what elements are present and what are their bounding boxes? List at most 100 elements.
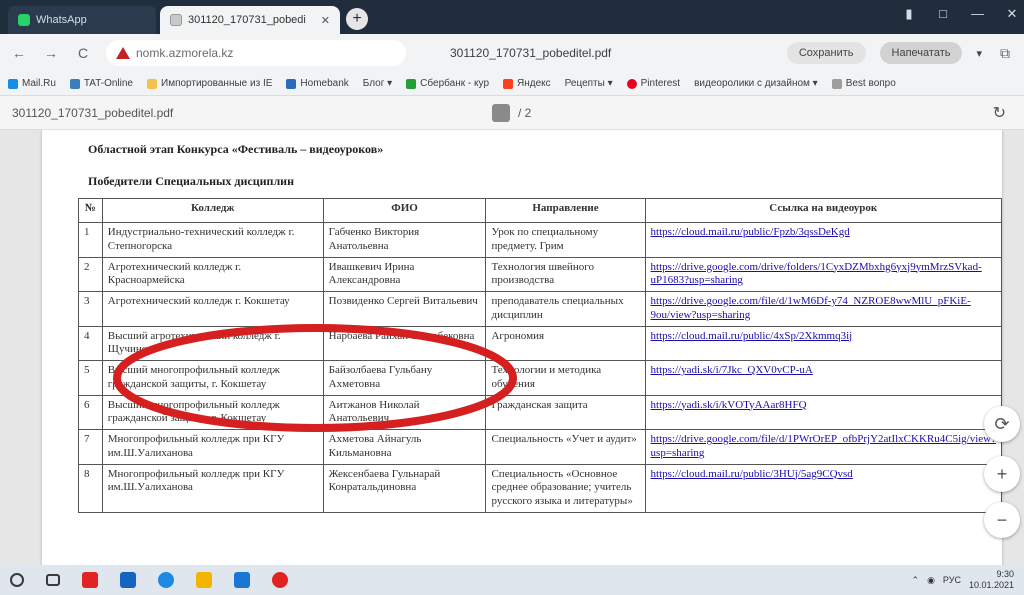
zoom-out-button[interactable]: − bbox=[984, 502, 1020, 538]
cell-link[interactable]: https://yadi.sk/i/7Jkc_QXV0vCP-uA bbox=[644, 360, 1003, 396]
clock-date: 10.01.2021 bbox=[968, 580, 1014, 590]
zoom-in-button[interactable]: + bbox=[984, 456, 1020, 492]
table-row: 2 Агротехнический колледж г. Красноармей… bbox=[78, 256, 1003, 292]
page-number-input[interactable] bbox=[492, 103, 510, 122]
tab-pdf[interactable]: 301120_170731_pobedi ✕ bbox=[160, 6, 340, 34]
yandex-browser-icon[interactable] bbox=[272, 572, 288, 588]
cell-name: Позвиденко Сергей Витальевич bbox=[322, 291, 487, 327]
tab-label: 301120_170731_pobedi bbox=[188, 14, 306, 26]
table-row: 6 Высший многопрофильный колледж граждан… bbox=[78, 394, 1003, 430]
clock[interactable]: 9:30 10.01.2021 bbox=[969, 569, 1014, 591]
page-indicator: / 2 bbox=[492, 103, 532, 122]
windows-search-icon[interactable] bbox=[10, 573, 24, 587]
table-header-row: № Колледж ФИО Направление Ссылка на виде… bbox=[78, 198, 1003, 223]
cell-direction: Технология швейного производства bbox=[485, 256, 646, 292]
cell-college: Высший многопрофильный колледж гражданск… bbox=[101, 394, 324, 430]
col-direction: Направление bbox=[485, 198, 646, 223]
document-subheading: Победители Специальных дисциплин bbox=[88, 174, 295, 188]
explorer-icon[interactable] bbox=[196, 572, 212, 588]
cell-number: 5 bbox=[78, 360, 103, 396]
bookmark-icon bbox=[286, 78, 297, 89]
bookmark-icon bbox=[831, 78, 842, 89]
cell-number: 1 bbox=[78, 222, 103, 258]
bookmark-folder[interactable]: видеоролики с дизайном ▾ bbox=[694, 78, 818, 89]
cell-direction: Технологии и методика обучения bbox=[485, 360, 646, 396]
reload-icon[interactable]: C bbox=[74, 45, 92, 61]
cell-direction: преподаватель специальных дисциплин bbox=[485, 291, 646, 327]
winners-table: № Колледж ФИО Направление Ссылка на виде… bbox=[78, 198, 1003, 513]
cell-link[interactable]: https://drive.google.com/file/d/1wM6Df-y… bbox=[644, 291, 1003, 327]
cell-college: Многопрофильный колледж при КГУ им.Ш.Уал… bbox=[101, 429, 324, 465]
bookmark-folder[interactable]: Блог ▾ bbox=[363, 78, 392, 89]
bookmark-folder[interactable]: Рецепты ▾ bbox=[565, 78, 613, 89]
document-title: 301120_170731_pobeditel.pdf bbox=[450, 46, 612, 60]
profile-icon[interactable]: ▮ bbox=[903, 6, 915, 22]
cell-name: Байзолбаева Гульбану Ахметовна bbox=[322, 360, 487, 396]
cell-link[interactable]: https://cloud.mail.ru/public/4xSp/2Xkmmq… bbox=[644, 325, 1003, 361]
close-window-icon[interactable]: ✕ bbox=[1006, 6, 1018, 22]
forward-icon[interactable]: → bbox=[42, 45, 60, 61]
print-button[interactable]: Напечатать bbox=[879, 42, 963, 64]
url-input[interactable]: nomk.azmorela.kz bbox=[106, 40, 406, 66]
pdf-viewer[interactable]: Областной этап Конкурса «Фестиваль – вид… bbox=[0, 130, 1024, 565]
language-indicator[interactable]: РУС bbox=[943, 575, 961, 585]
table-row: 4 Высший агротехнический колледж г. Щучи… bbox=[78, 325, 1003, 361]
bookmark-item[interactable]: Best вопро bbox=[831, 78, 896, 89]
bookmark-item[interactable]: Mail.Ru bbox=[8, 78, 56, 89]
task-view-icon[interactable] bbox=[46, 574, 60, 586]
network-icon[interactable]: ⌃ bbox=[912, 575, 920, 586]
system-tray: ⌃ ◉ РУС 9:30 10.01.2021 bbox=[912, 569, 1014, 591]
restore-icon[interactable]: □ bbox=[937, 6, 949, 22]
speaker-icon[interactable]: ◉ bbox=[927, 575, 935, 586]
yandex-icon[interactable] bbox=[82, 572, 98, 588]
cell-link[interactable]: https://cloud.mail.ru/public/3HUj/5ag9CQ… bbox=[644, 463, 1003, 513]
cell-link[interactable]: https://drive.google.com/drive/folders/1… bbox=[644, 256, 1003, 292]
tab-label: WhatsApp bbox=[36, 14, 87, 26]
back-icon[interactable]: ← bbox=[10, 45, 28, 61]
cell-number: 8 bbox=[78, 463, 103, 513]
cell-name: Жексенбаева Гульнарай Конратальдиновна bbox=[322, 463, 487, 513]
bookmark-folder[interactable]: Импортированные из IE bbox=[147, 78, 272, 89]
cell-link[interactable]: https://drive.google.com/file/d/1PWrOrEP… bbox=[644, 429, 1003, 465]
bookmark-item[interactable]: Сбербанк - куp bbox=[406, 78, 489, 89]
bookmark-item[interactable]: Homebank bbox=[286, 78, 349, 89]
bookmark-item[interactable]: TAT-Online bbox=[69, 78, 133, 89]
chevron-down-icon[interactable]: ▾ bbox=[976, 47, 982, 60]
bookmark-icon bbox=[69, 78, 80, 89]
store-icon[interactable] bbox=[120, 572, 136, 588]
minimize-icon[interactable]: — bbox=[971, 6, 984, 22]
cell-number: 7 bbox=[78, 429, 103, 465]
clock-time: 9:30 bbox=[996, 569, 1014, 579]
cell-number: 4 bbox=[78, 325, 103, 361]
tab-whatsapp[interactable]: WhatsApp bbox=[8, 6, 156, 34]
briefcase-icon[interactable] bbox=[234, 572, 250, 588]
cell-link[interactable]: https://cloud.mail.ru/public/Fpzb/3qssDe… bbox=[644, 222, 1003, 258]
save-button[interactable]: Сохранить bbox=[786, 42, 866, 64]
cell-name: Аитжанов Николай Анатольевич bbox=[322, 394, 487, 430]
cell-link[interactable]: https://yadi.sk/i/kVOTyAAar8HFQ bbox=[644, 394, 1003, 430]
cell-name: Ахметова Айнагуль Кильмановна bbox=[322, 429, 487, 465]
cell-name: Габченко Виктория Анатольевна bbox=[322, 222, 487, 258]
bookmark-item[interactable]: Pinterest bbox=[626, 78, 680, 89]
new-tab-button[interactable]: + bbox=[346, 8, 368, 30]
bookmark-item[interactable]: Яндекс bbox=[503, 78, 551, 89]
rotate-icon[interactable]: ↻ bbox=[993, 103, 1006, 123]
windows-taskbar: ⌃ ◉ РУС 9:30 10.01.2021 bbox=[0, 565, 1024, 595]
edge-icon[interactable] bbox=[158, 572, 174, 588]
document-icon bbox=[170, 14, 182, 26]
pdf-toolbar: 301120_170731_pobeditel.pdf / 2 ↻ bbox=[0, 96, 1024, 130]
col-name: ФИО bbox=[322, 198, 487, 223]
cell-direction: Агрономия bbox=[485, 325, 646, 361]
cell-college: Индустриально-технический колледж г. Сте… bbox=[101, 222, 324, 258]
table-row: 1 Индустриально-технический колледж г. С… bbox=[78, 222, 1003, 258]
cell-direction: Урок по специальному предмету. Грим bbox=[485, 222, 646, 258]
pdf-page: Областной этап Конкурса «Фестиваль – вид… bbox=[42, 130, 1003, 565]
zoom-reset-button[interactable]: ⟳ bbox=[984, 406, 1020, 442]
close-tab-icon[interactable]: ✕ bbox=[321, 14, 330, 27]
page-total: / 2 bbox=[518, 105, 532, 120]
table-row: 8 Многопрофильный колледж при КГУ им.Ш.У… bbox=[78, 463, 1003, 513]
cell-direction: Гражданская защита bbox=[485, 394, 646, 430]
whatsapp-icon bbox=[18, 14, 30, 26]
cell-college: Многопрофильный колледж при КГУ им.Ш.Уал… bbox=[101, 463, 324, 513]
collections-icon[interactable]: ⧉ bbox=[996, 45, 1014, 62]
